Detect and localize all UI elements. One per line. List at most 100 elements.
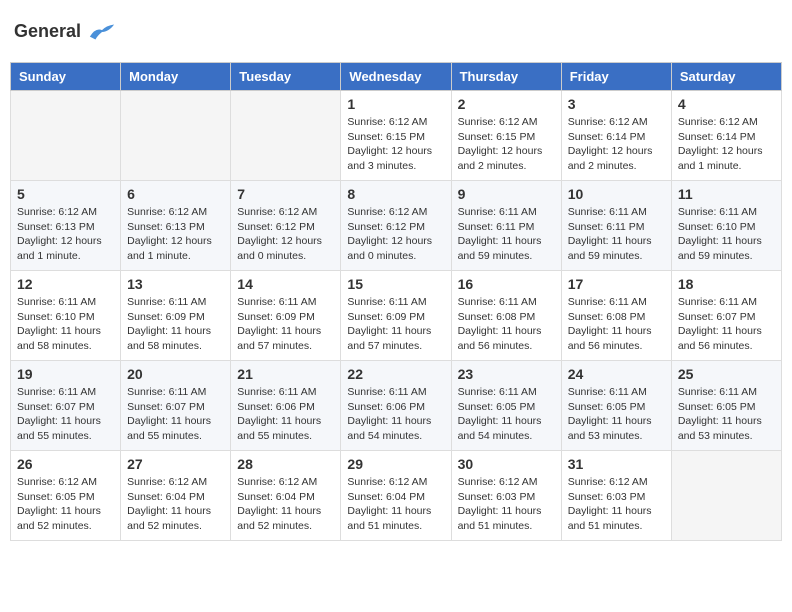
calendar-cell: 13Sunrise: 6:11 AM Sunset: 6:09 PM Dayli… (121, 271, 231, 361)
calendar-cell: 22 Sunrise: 6:11 AM Sunset: 6:06 PM Dayli… (341, 361, 451, 451)
day-number: 29 (347, 456, 444, 472)
logo-text-general: General (14, 21, 81, 41)
day-number: 10 (568, 186, 665, 202)
weekday-tuesday: Tuesday (231, 63, 341, 91)
day-info: Sunrise: 6:12 AM Sunset: 6:04 PM Dayligh… (347, 475, 444, 534)
day-info: Sunrise: 6:12 AM Sunset: 6:05 PM Dayligh… (17, 475, 114, 534)
day-info: Sunrise: 6:12 AM Sunset: 6:13 PM Dayligh… (17, 205, 114, 264)
day-number: 22 (347, 366, 444, 382)
day-number: 18 (678, 276, 775, 292)
day-number: 8 (347, 186, 444, 202)
calendar-cell: 8 Sunrise: 6:12 AM Sunset: 6:12 PM Daylig… (341, 181, 451, 271)
calendar-cell: 7Sunrise: 6:12 AM Sunset: 6:12 PM Daylig… (231, 181, 341, 271)
week-row-2: 5Sunrise: 6:12 AM Sunset: 6:13 PM Daylig… (11, 181, 782, 271)
day-info: Sunrise: 6:11 AM Sunset: 6:07 PM Dayligh… (17, 385, 114, 444)
calendar-cell (121, 91, 231, 181)
calendar-cell: 11 Sunrise: 6:11 AM Sunset: 6:10 PM Dayli… (671, 181, 781, 271)
week-row-3: 12 Sunrise: 6:11 AM Sunset: 6:10 PM Dayli… (11, 271, 782, 361)
calendar-cell: 12 Sunrise: 6:11 AM Sunset: 6:10 PM Dayli… (11, 271, 121, 361)
day-info: Sunrise: 6:11 AM Sunset: 6:05 PM Dayligh… (678, 385, 775, 444)
day-number: 28 (237, 456, 334, 472)
calendar-cell: 26 Sunrise: 6:12 AM Sunset: 6:05 PM Dayli… (11, 451, 121, 541)
week-row-4: 19 Sunrise: 6:11 AM Sunset: 6:07 PM Dayli… (11, 361, 782, 451)
calendar-cell: 19 Sunrise: 6:11 AM Sunset: 6:07 PM Dayli… (11, 361, 121, 451)
day-info: Sunrise: 6:11 AM Sunset: 6:05 PM Dayligh… (568, 385, 665, 444)
weekday-wednesday: Wednesday (341, 63, 451, 91)
day-info: Sunrise: 6:12 AM Sunset: 6:04 PM Dayligh… (127, 475, 224, 534)
day-number: 6 (127, 186, 224, 202)
day-info: Sunrise: 6:11 AM Sunset: 6:07 PM Dayligh… (678, 295, 775, 354)
weekday-sunday: Sunday (11, 63, 121, 91)
day-number: 17 (568, 276, 665, 292)
day-number: 20 (127, 366, 224, 382)
logo: General (14, 18, 116, 46)
calendar-cell: 30 Sunrise: 6:12 AM Sunset: 6:03 PM Dayli… (451, 451, 561, 541)
calendar-cell: 5Sunrise: 6:12 AM Sunset: 6:13 PM Daylig… (11, 181, 121, 271)
day-number: 16 (458, 276, 555, 292)
day-number: 1 (347, 96, 444, 112)
calendar-cell: 28 Sunrise: 6:12 AM Sunset: 6:04 PM Dayli… (231, 451, 341, 541)
calendar-cell: 29 Sunrise: 6:12 AM Sunset: 6:04 PM Dayli… (341, 451, 451, 541)
calendar-table: SundayMondayTuesdayWednesdayThursdayFrid… (10, 62, 782, 541)
calendar-cell: 20 Sunrise: 6:11 AM Sunset: 6:07 PM Dayli… (121, 361, 231, 451)
day-info: Sunrise: 6:11 AM Sunset: 6:11 PM Dayligh… (458, 205, 555, 264)
calendar-cell: 4 Sunrise: 6:12 AM Sunset: 6:14 PM Daylig… (671, 91, 781, 181)
day-number: 4 (678, 96, 775, 112)
calendar-cell (11, 91, 121, 181)
weekday-thursday: Thursday (451, 63, 561, 91)
day-info: Sunrise: 6:12 AM Sunset: 6:15 PM Dayligh… (347, 115, 444, 174)
day-info: Sunrise: 6:12 AM Sunset: 6:12 PM Dayligh… (347, 205, 444, 264)
calendar-cell: 21 Sunrise: 6:11 AM Sunset: 6:06 PM Dayli… (231, 361, 341, 451)
day-number: 7 (237, 186, 334, 202)
weekday-friday: Friday (561, 63, 671, 91)
day-info: Sunrise: 6:11 AM Sunset: 6:10 PM Dayligh… (17, 295, 114, 354)
calendar-cell: 31 Sunrise: 6:12 AM Sunset: 6:03 PM Dayli… (561, 451, 671, 541)
weekday-monday: Monday (121, 63, 231, 91)
page-header: General (10, 10, 782, 54)
day-info: Sunrise: 6:12 AM Sunset: 6:14 PM Dayligh… (678, 115, 775, 174)
day-number: 21 (237, 366, 334, 382)
calendar-cell: 16 Sunrise: 6:11 AM Sunset: 6:08 PM Dayli… (451, 271, 561, 361)
calendar-cell: 18 Sunrise: 6:11 AM Sunset: 6:07 PM Dayli… (671, 271, 781, 361)
day-info: Sunrise: 6:12 AM Sunset: 6:04 PM Dayligh… (237, 475, 334, 534)
calendar-cell: 14Sunrise: 6:11 AM Sunset: 6:09 PM Dayli… (231, 271, 341, 361)
day-info: Sunrise: 6:12 AM Sunset: 6:03 PM Dayligh… (458, 475, 555, 534)
calendar-cell: 27Sunrise: 6:12 AM Sunset: 6:04 PM Dayli… (121, 451, 231, 541)
calendar-cell: 17Sunrise: 6:11 AM Sunset: 6:08 PM Dayli… (561, 271, 671, 361)
calendar-cell: 9 Sunrise: 6:11 AM Sunset: 6:11 PM Daylig… (451, 181, 561, 271)
day-info: Sunrise: 6:11 AM Sunset: 6:09 PM Dayligh… (127, 295, 224, 354)
day-info: Sunrise: 6:11 AM Sunset: 6:08 PM Dayligh… (458, 295, 555, 354)
day-number: 15 (347, 276, 444, 292)
day-number: 26 (17, 456, 114, 472)
day-info: Sunrise: 6:12 AM Sunset: 6:14 PM Dayligh… (568, 115, 665, 174)
calendar-cell: 24 Sunrise: 6:11 AM Sunset: 6:05 PM Dayli… (561, 361, 671, 451)
day-info: Sunrise: 6:11 AM Sunset: 6:10 PM Dayligh… (678, 205, 775, 264)
day-number: 11 (678, 186, 775, 202)
day-number: 19 (17, 366, 114, 382)
day-number: 9 (458, 186, 555, 202)
day-number: 3 (568, 96, 665, 112)
day-info: Sunrise: 6:11 AM Sunset: 6:07 PM Dayligh… (127, 385, 224, 444)
day-info: Sunrise: 6:11 AM Sunset: 6:11 PM Dayligh… (568, 205, 665, 264)
day-number: 24 (568, 366, 665, 382)
day-info: Sunrise: 6:12 AM Sunset: 6:15 PM Dayligh… (458, 115, 555, 174)
calendar-cell: 6Sunrise: 6:12 AM Sunset: 6:13 PM Daylig… (121, 181, 231, 271)
day-info: Sunrise: 6:11 AM Sunset: 6:06 PM Dayligh… (347, 385, 444, 444)
calendar-cell: 10 Sunrise: 6:11 AM Sunset: 6:11 PM Dayli… (561, 181, 671, 271)
day-number: 30 (458, 456, 555, 472)
day-info: Sunrise: 6:12 AM Sunset: 6:03 PM Dayligh… (568, 475, 665, 534)
calendar-cell: 23Sunrise: 6:11 AM Sunset: 6:05 PM Dayli… (451, 361, 561, 451)
day-number: 31 (568, 456, 665, 472)
day-info: Sunrise: 6:11 AM Sunset: 6:06 PM Dayligh… (237, 385, 334, 444)
day-info: Sunrise: 6:11 AM Sunset: 6:09 PM Dayligh… (237, 295, 334, 354)
weekday-header-row: SundayMondayTuesdayWednesdayThursdayFrid… (11, 63, 782, 91)
day-info: Sunrise: 6:11 AM Sunset: 6:09 PM Dayligh… (347, 295, 444, 354)
logo-bird-icon (88, 18, 116, 46)
calendar-cell: 3 Sunrise: 6:12 AM Sunset: 6:14 PM Daylig… (561, 91, 671, 181)
calendar-cell (671, 451, 781, 541)
calendar-cell: 15 Sunrise: 6:11 AM Sunset: 6:09 PM Dayli… (341, 271, 451, 361)
calendar-cell: 25Sunrise: 6:11 AM Sunset: 6:05 PM Dayli… (671, 361, 781, 451)
day-number: 23 (458, 366, 555, 382)
day-number: 12 (17, 276, 114, 292)
week-row-5: 26 Sunrise: 6:12 AM Sunset: 6:05 PM Dayli… (11, 451, 782, 541)
